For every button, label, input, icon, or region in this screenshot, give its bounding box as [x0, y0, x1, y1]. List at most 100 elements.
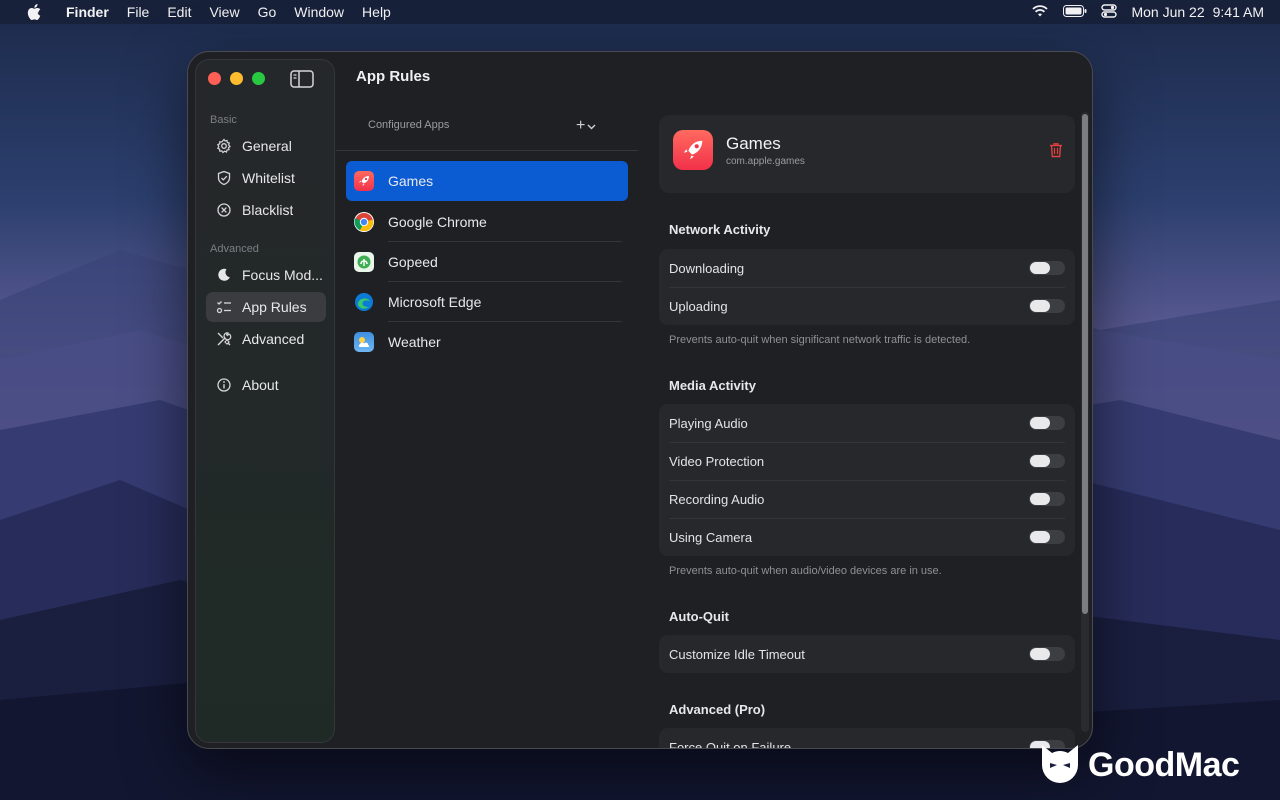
sidebar-item-whitelist[interactable]: Whitelist — [206, 163, 326, 193]
info-icon — [215, 376, 233, 394]
setting-label: Customize Idle Timeout — [669, 646, 805, 662]
sidebar-item-label: Whitelist — [242, 170, 295, 186]
setting-label: Recording Audio — [669, 491, 765, 507]
recording-audio-toggle[interactable] — [1029, 492, 1065, 506]
shield-check-icon — [215, 169, 233, 187]
menu-time: 9:41 AM — [1212, 4, 1264, 20]
media-activity-note: Prevents auto-quit when audio/video devi… — [669, 565, 942, 577]
network-activity-group: Downloading Uploading — [659, 249, 1075, 325]
goodmac-watermark: GoodMac — [1038, 740, 1270, 790]
gear-icon — [215, 137, 233, 155]
chrome-icon — [354, 212, 374, 232]
selected-app-bundle-id: com.apple.games — [726, 156, 805, 167]
section-media-activity: Media Activity — [669, 378, 756, 393]
add-app-button[interactable]: + — [576, 117, 604, 135]
media-activity-group: Playing Audio Video Protection Recording… — [659, 404, 1075, 556]
app-window: Basic General Whitelist Blacklist Advanc… — [187, 51, 1093, 749]
sidebar-item-general[interactable]: General — [206, 131, 326, 161]
apple-icon[interactable] — [24, 2, 44, 22]
sidebar-item-label: General — [242, 138, 292, 154]
sidebar-item-blacklist[interactable]: Blacklist — [206, 195, 326, 225]
app-row-label: Google Chrome — [388, 214, 487, 230]
app-row-weather[interactable]: Weather — [346, 322, 628, 362]
tools-icon — [215, 330, 233, 348]
menu-bar: Finder File Edit View Go Window Help Mon… — [0, 0, 1280, 24]
setting-label: Video Protection — [669, 453, 765, 469]
network-activity-note: Prevents auto-quit when significant netw… — [669, 334, 971, 346]
trash-icon[interactable] — [1049, 142, 1063, 158]
menu-window[interactable]: Window — [294, 4, 344, 20]
menu-clock[interactable]: Mon Jun 22 9:41 AM — [1131, 4, 1264, 20]
list-divider — [336, 150, 638, 151]
setting-using-camera: Using Camera — [659, 518, 1075, 556]
control-center-icon[interactable] — [1101, 3, 1118, 21]
scrollbar-thumb[interactable] — [1082, 114, 1088, 614]
uploading-toggle[interactable] — [1029, 299, 1065, 313]
setting-downloading: Downloading — [659, 249, 1075, 287]
menu-app-name[interactable]: Finder — [66, 4, 109, 20]
setting-label: Uploading — [669, 298, 728, 314]
playing-audio-toggle[interactable] — [1029, 416, 1065, 430]
app-row-microsoft-edge[interactable]: Microsoft Edge — [346, 282, 628, 322]
sidebar-item-label: About — [242, 377, 279, 393]
goodmac-logo-icon — [1038, 743, 1082, 788]
app-row-games[interactable]: Games — [346, 161, 628, 201]
detail-scrollbar[interactable] — [1081, 112, 1089, 732]
menu-go[interactable]: Go — [258, 4, 277, 20]
moon-icon — [215, 266, 233, 284]
customize-idle-timeout-toggle[interactable] — [1029, 647, 1065, 661]
rocket-icon — [673, 130, 713, 170]
watermark-text: GoodMac — [1088, 745, 1240, 784]
menu-edit[interactable]: Edit — [167, 4, 191, 20]
setting-video-protection: Video Protection — [659, 442, 1075, 480]
selected-app-card: Games com.apple.games — [659, 115, 1075, 193]
circle-x-icon — [215, 201, 233, 219]
section-advanced-pro: Advanced (Pro) — [669, 702, 766, 717]
weather-icon — [354, 332, 374, 352]
sidebar-toggle-icon[interactable] — [290, 70, 316, 88]
detail-pane: Games com.apple.games Network Activity D… — [659, 115, 1075, 748]
gopeed-icon — [354, 252, 374, 272]
page-title: App Rules — [356, 68, 431, 85]
setting-force-quit-on-failure: Force Quit on Failure — [659, 728, 1075, 748]
setting-label: Playing Audio — [669, 415, 748, 431]
menu-date: Mon Jun 22 — [1131, 4, 1205, 20]
list-checks-icon — [215, 298, 233, 316]
zoom-window-button[interactable] — [252, 72, 265, 85]
sidebar-item-label: Focus Mod... — [242, 267, 323, 283]
menu-view[interactable]: View — [209, 4, 239, 20]
menu-file[interactable]: File — [127, 4, 150, 20]
edge-icon — [354, 292, 374, 312]
plus-icon: + — [576, 117, 586, 134]
battery-icon[interactable] — [1063, 4, 1087, 20]
downloading-toggle[interactable] — [1029, 261, 1065, 275]
setting-customize-idle-timeout: Customize Idle Timeout — [659, 635, 1075, 673]
sidebar-item-about[interactable]: About — [206, 370, 326, 400]
configured-apps-header: Configured Apps — [368, 119, 450, 131]
chevron-down-icon — [587, 117, 596, 135]
sidebar: Basic General Whitelist Blacklist Advanc… — [195, 59, 335, 743]
sidebar-item-advanced[interactable]: Advanced — [206, 324, 326, 354]
section-auto-quit: Auto-Quit — [669, 609, 729, 624]
setting-recording-audio: Recording Audio — [659, 480, 1075, 518]
sidebar-item-label: Advanced — [242, 331, 305, 347]
window-controls — [208, 72, 265, 85]
app-row-gopeed[interactable]: Gopeed — [346, 242, 628, 282]
auto-quit-group: Customize Idle Timeout — [659, 635, 1075, 673]
minimize-window-button[interactable] — [230, 72, 243, 85]
setting-uploading: Uploading — [659, 287, 1075, 325]
sidebar-item-label: Blacklist — [242, 202, 294, 218]
close-window-button[interactable] — [208, 72, 221, 85]
rocket-icon — [354, 171, 374, 191]
setting-label: Downloading — [669, 260, 745, 276]
sidebar-item-app-rules[interactable]: App Rules — [206, 292, 326, 322]
wifi-icon[interactable] — [1031, 4, 1049, 21]
video-protection-toggle[interactable] — [1029, 454, 1065, 468]
menu-help[interactable]: Help — [362, 4, 391, 20]
section-network-activity: Network Activity — [669, 222, 771, 237]
sidebar-section-advanced: Advanced — [210, 243, 259, 255]
using-camera-toggle[interactable] — [1029, 530, 1065, 544]
app-row-label: Games — [388, 173, 434, 189]
app-row-google-chrome[interactable]: Google Chrome — [346, 202, 628, 242]
sidebar-item-focus-mode[interactable]: Focus Mod... — [206, 260, 326, 290]
